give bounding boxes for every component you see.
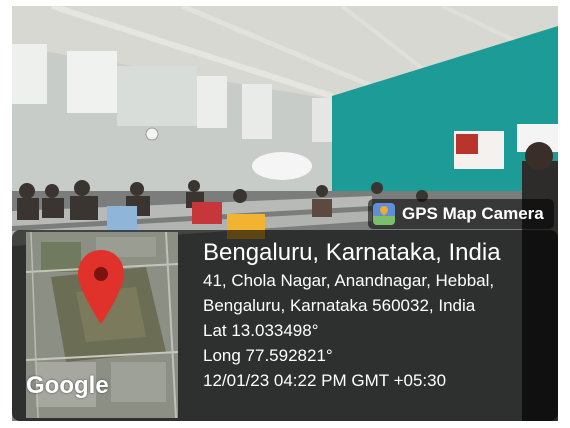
datetime: 12/01/23 04:22 PM GMT +05:30 bbox=[203, 371, 447, 390]
longitude: Long 77.592821° bbox=[203, 346, 333, 365]
address-line-1: 41, Chola Nagar, Anandnagar, Hebbal, bbox=[203, 271, 495, 290]
badge-label: GPS Map Camera bbox=[402, 204, 544, 223]
address-line-2: Bengaluru, Karnataka 560032, India bbox=[203, 296, 476, 315]
location-info: Bengaluru, Karnataka, India 41, Chola Na… bbox=[203, 238, 553, 393]
map-logo: Google bbox=[26, 372, 109, 399]
map-thumbnail: Google bbox=[26, 232, 178, 418]
gps-map-camera-icon bbox=[373, 203, 395, 225]
photo-frame: GPS Map Camera Google Bengaluru, Karnata… bbox=[0, 0, 570, 428]
latitude: Lat 13.033498° bbox=[203, 321, 319, 340]
gps-map-camera-badge: GPS Map Camera bbox=[368, 199, 554, 229]
location-title: Bengaluru, Karnataka, India bbox=[203, 239, 501, 266]
